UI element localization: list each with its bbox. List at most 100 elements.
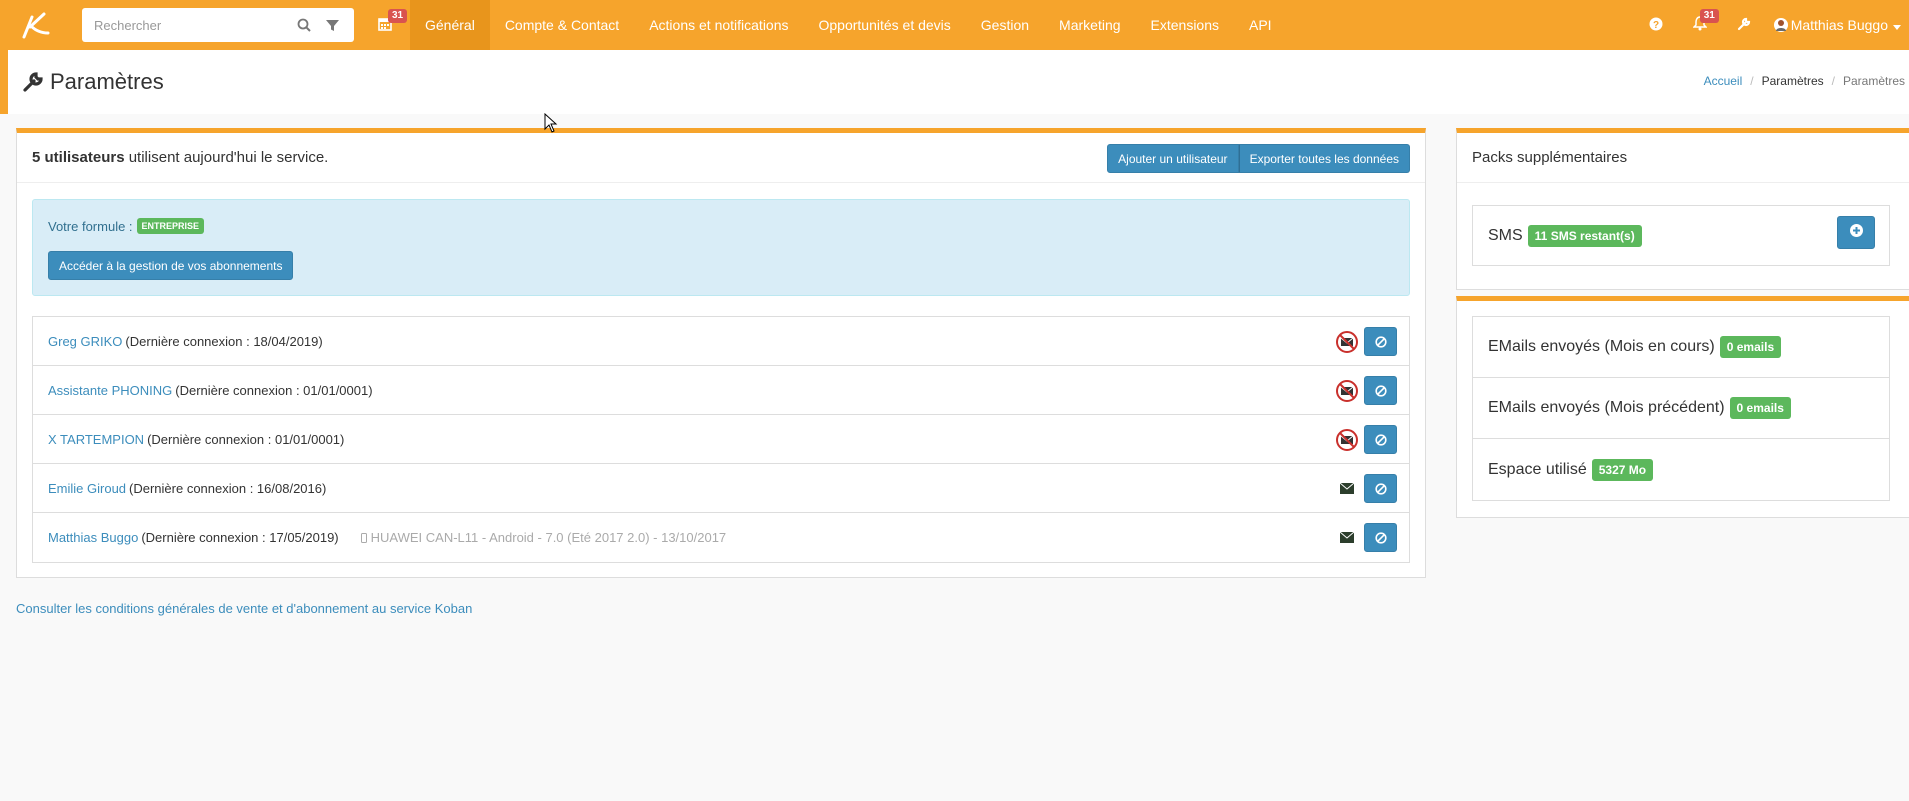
breadcrumb: Accueil / Paramètres / Paramètres: [1704, 74, 1905, 88]
sms-pack-card: SMS 11 SMS restant(s): [1472, 205, 1890, 266]
stat-row: EMails envoyés (Mois en cours) 0 emails: [1473, 317, 1889, 378]
stat-label: Espace utilisé: [1488, 460, 1587, 478]
page-title-text: Paramètres: [50, 69, 164, 94]
packs-panel: Packs supplémentaires SMS 11 SMS restant…: [1456, 128, 1909, 290]
ban-icon: [1374, 384, 1387, 397]
nav-item[interactable]: Extensions: [1136, 0, 1234, 50]
question-circle-icon: ?: [1649, 17, 1663, 34]
mail-icon[interactable]: [1334, 525, 1360, 551]
disable-user-button[interactable]: [1364, 327, 1397, 356]
stat-label: EMails envoyés (Mois en cours): [1488, 338, 1715, 355]
mail-blocked-icon[interactable]: [1334, 378, 1360, 404]
disable-user-button[interactable]: [1364, 523, 1397, 552]
nav-item[interactable]: Général: [410, 0, 490, 50]
mail-blocked-icon[interactable]: [1334, 329, 1360, 355]
nav-item[interactable]: API: [1234, 0, 1287, 50]
last-connection: (Dernière connexion : 01/01/0001): [147, 431, 345, 447]
user-name-link[interactable]: Greg GRIKO: [48, 334, 122, 349]
sms-remaining-badge: 11 SMS restant(s): [1527, 224, 1642, 247]
sms-label: SMS: [1488, 226, 1523, 244]
mail-blocked-icon[interactable]: [1334, 427, 1360, 453]
caret-down-icon: [1893, 17, 1901, 33]
koban-logo[interactable]: [0, 0, 70, 50]
user-name: Matthias Buggo: [1790, 17, 1888, 33]
wrench-icon: [1737, 17, 1751, 34]
stat-value-badge: 5327 Mo: [1591, 458, 1654, 481]
calendar-count-badge: 31: [388, 9, 408, 23]
formula-line: Votre formule : ENTREPRISE: [48, 218, 205, 234]
device-info: HUAWEI CAN-L11 - Android - 7.0 (Eté 2017…: [360, 530, 726, 545]
notifications-button[interactable]: 31: [1678, 0, 1722, 50]
page-title: Paramètres: [22, 69, 164, 95]
plus-circle-icon: [1849, 223, 1863, 242]
navbar-right: ? 31 Matthias Buggo: [1634, 0, 1909, 50]
calendar-button[interactable]: 31: [360, 0, 410, 50]
ban-icon: [1374, 531, 1387, 544]
nav-item[interactable]: Compte & Contact: [490, 0, 634, 50]
user-name-link[interactable]: Matthias Buggo: [48, 530, 138, 545]
packs-title: Packs supplémentaires: [1457, 133, 1909, 183]
mouse-cursor-icon: [544, 112, 558, 136]
breadcrumb-home-link[interactable]: Accueil: [1704, 74, 1743, 88]
avatar: [1773, 18, 1788, 32]
users-panel: 5 utilisateurs utilisent aujourd'hui le …: [16, 128, 1426, 578]
add-sms-pack-button[interactable]: [1837, 216, 1875, 249]
users-count-text: 5 utilisateurs utilisent aujourd'hui le …: [32, 149, 328, 166]
formula-badge: ENTREPRISE: [136, 218, 205, 234]
main-menu: Général Compte & Contact Actions et notifi…: [410, 0, 1287, 50]
export-data-button[interactable]: Exporter toutes les données: [1238, 144, 1410, 173]
ban-icon: [1374, 433, 1387, 446]
users-count-bold: 5 utilisateurs: [32, 149, 125, 166]
ban-icon: [1374, 335, 1387, 348]
filter-icon[interactable]: [318, 11, 346, 39]
users-count-rest: utilisent aujourd'hui le service.: [124, 149, 329, 166]
user-name-link[interactable]: Emilie Giroud: [48, 481, 126, 496]
last-connection: (Dernière connexion : 01/01/0001): [175, 382, 373, 398]
disable-user-button[interactable]: [1364, 425, 1397, 454]
settings-button[interactable]: [1722, 0, 1766, 50]
breadcrumb-current: Paramètres: [1842, 74, 1905, 88]
disable-user-button[interactable]: [1364, 474, 1397, 503]
user-name-link[interactable]: Assistante PHONING: [48, 383, 172, 398]
search-icon[interactable]: [290, 11, 318, 39]
notifications-count-badge: 31: [1699, 9, 1719, 23]
user-row: X TARTEMPION (Dernière connexion : 01/01/…: [33, 415, 1409, 464]
stat-value-badge: 0 emails: [1729, 397, 1791, 419]
user-row-actions: [1334, 327, 1397, 356]
user-row: Greg GRIKO (Dernière connexion : 18/04/20…: [33, 317, 1409, 366]
search-input[interactable]: [94, 17, 290, 33]
nav-item[interactable]: Gestion: [966, 0, 1044, 50]
stat-value-badge: 0 emails: [1719, 336, 1782, 358]
nav-item[interactable]: Actions et notifications: [634, 0, 803, 50]
last-connection: (Dernière connexion : 18/04/2019): [125, 333, 323, 349]
breadcrumb-item: Paramètres: [1761, 74, 1824, 88]
user-row: Emilie Giroud (Dernière connexion : 16/08…: [33, 464, 1409, 513]
usage-stats-panel: EMails envoyés (Mois en cours) 0 emails EM…: [1456, 296, 1909, 518]
user-row: Matthias Buggo (Dernière connexion : 17/0…: [33, 513, 1409, 562]
formula-label: Votre formule :: [48, 218, 133, 234]
nav-item[interactable]: Opportunités et devis: [804, 0, 966, 50]
user-row-actions: [1334, 376, 1397, 405]
top-navbar: 31 GénéralCompte & ContactActions et not…: [0, 0, 1909, 50]
manage-subscriptions-button[interactable]: Accéder à la gestion de vos abonnements: [48, 251, 294, 280]
user-name-link[interactable]: X TARTEMPION: [48, 432, 144, 447]
user-row-actions: [1334, 425, 1397, 454]
cgv-link[interactable]: Consulter les conditions générales de ve…: [16, 601, 472, 616]
stat-row: EMails envoyés (Mois précédent) 0 emails: [1473, 378, 1889, 439]
ban-icon: [1374, 482, 1387, 495]
usage-stats-list: EMails envoyés (Mois en cours) 0 emails EM…: [1472, 316, 1890, 501]
add-user-button[interactable]: Ajouter un utilisateur: [1107, 144, 1239, 173]
help-button[interactable]: ?: [1634, 0, 1678, 50]
user-menu[interactable]: Matthias Buggo: [1766, 0, 1909, 50]
breadcrumb-separator: /: [1750, 74, 1754, 88]
user-list: Greg GRIKO (Dernière connexion : 18/04/20…: [32, 316, 1410, 563]
wrench-icon: [22, 71, 44, 93]
disable-user-button[interactable]: [1364, 376, 1397, 405]
page-header: Paramètres Accueil / Paramètres / Paramè…: [0, 50, 1909, 114]
subscription-callout: Votre formule : ENTREPRISE Accéder à la …: [32, 199, 1410, 296]
svg-text:?: ?: [1653, 20, 1659, 31]
mail-icon[interactable]: [1334, 476, 1360, 502]
users-actions: Ajouter un utilisateur Exporter toutes l…: [1107, 144, 1410, 173]
last-connection: (Dernière connexion : 17/05/2019): [141, 530, 339, 545]
nav-item[interactable]: Marketing: [1044, 0, 1135, 50]
